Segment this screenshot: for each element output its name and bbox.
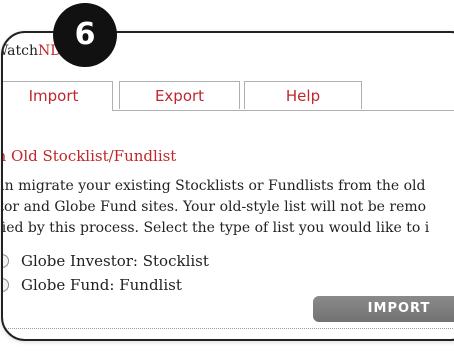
tab-export[interactable]: Export [119,81,240,109]
section-heading: om Old Stocklist/Fundlist [1,147,177,165]
title-prefix: Watch [3,43,39,59]
panel-frame: WatchNDS Import Export Help om Old Stock… [1,31,454,341]
description-line-2: vestor and Globe Fund sites. Your old-st… [1,199,427,215]
tab-import[interactable]: Import [3,81,113,111]
option-globe-investor-stocklist[interactable]: Globe Investor: Stocklist [3,251,209,271]
divider [3,328,454,329]
panel-content: WatchNDS Import Export Help om Old Stock… [3,33,454,339]
description-line-3: odified by this process. Select the type… [1,220,430,236]
option-label: Globe Investor: Stocklist [21,252,209,270]
option-label: Globe Fund: Fundlist [21,276,182,294]
radio-button[interactable] [3,278,9,292]
import-button[interactable]: IMPORT [313,296,454,322]
description-line-1: u can migrate your existing Stocklists o… [1,178,426,194]
section-description: u can migrate your existing Stocklists o… [1,176,454,239]
tab-help[interactable]: Help [244,81,362,109]
step-number-badge: 6 [53,3,117,67]
tab-bar: Import Export Help [3,81,454,111]
import-button-label: IMPORT [367,301,431,316]
radio-button[interactable] [3,254,9,268]
option-globe-fund-fundlist[interactable]: Globe Fund: Fundlist [3,275,182,295]
